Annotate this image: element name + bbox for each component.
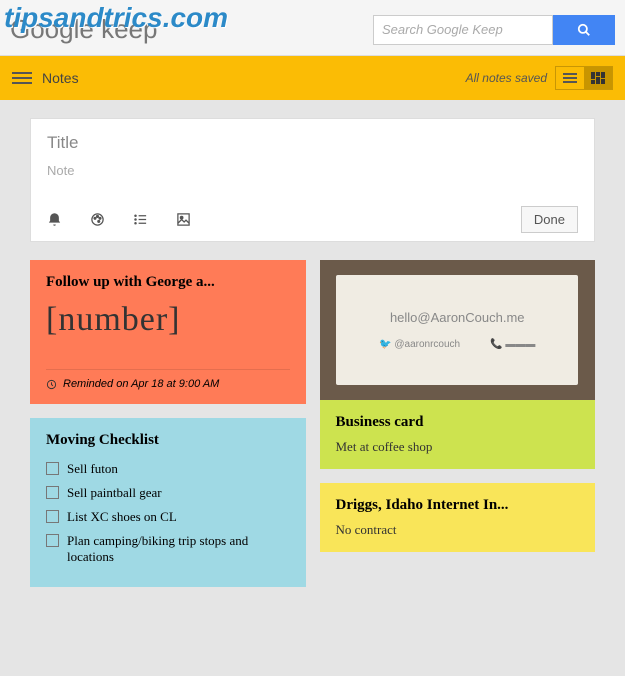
clock-icon xyxy=(46,379,57,390)
view-toggle xyxy=(555,66,613,90)
search-input[interactable] xyxy=(373,15,553,45)
search-container xyxy=(373,15,615,45)
menu-icon[interactable] xyxy=(12,69,32,87)
reminder-icon[interactable] xyxy=(47,212,62,227)
note-image: hello@AaronCouch.me 🐦 @aaronrcouch 📞 ▬▬▬ xyxy=(320,260,596,400)
note-composer: Title Note Done xyxy=(30,118,595,242)
watermark-overlay: tipsandtrics.com xyxy=(4,2,228,34)
note-moving[interactable]: Moving Checklist Sell futon Sell paintba… xyxy=(30,418,306,587)
checklist-item[interactable]: Sell paintball gear xyxy=(46,485,290,501)
note-title: Moving Checklist xyxy=(46,432,290,449)
done-button[interactable]: Done xyxy=(521,206,578,233)
list-icon[interactable] xyxy=(133,212,148,227)
note-body: Met at coffee shop xyxy=(336,439,580,455)
checkbox-icon[interactable] xyxy=(46,486,59,499)
phone-icon: 📞 ▬▬▬ xyxy=(490,339,535,350)
card-email: hello@AaronCouch.me xyxy=(390,310,525,325)
checkbox-icon[interactable] xyxy=(46,462,59,475)
list-view-button[interactable] xyxy=(556,67,584,89)
checklist-item[interactable]: Plan camping/biking trip stops and locat… xyxy=(46,533,290,565)
note-title: Follow up with George a... xyxy=(46,274,290,291)
checklist-item[interactable]: Sell futon xyxy=(46,461,290,477)
notes-grid: Follow up with George a... [number] Remi… xyxy=(0,260,625,587)
twitter-handle: 🐦 @aaronrcouch xyxy=(379,339,460,350)
composer-body-input[interactable]: Note xyxy=(47,163,578,178)
checklist-item[interactable]: List XC shoes on CL xyxy=(46,509,290,525)
composer-title-input[interactable]: Title xyxy=(47,133,578,153)
note-business-card[interactable]: hello@AaronCouch.me 🐦 @aaronrcouch 📞 ▬▬▬… xyxy=(320,260,596,469)
grid-view-button[interactable] xyxy=(584,67,612,89)
list-view-icon xyxy=(563,73,577,83)
color-icon[interactable] xyxy=(90,212,105,227)
image-icon[interactable] xyxy=(176,212,191,227)
section-title: Notes xyxy=(42,70,79,86)
note-body: [number] xyxy=(46,301,290,339)
save-status: All notes saved xyxy=(466,71,547,85)
grid-view-icon xyxy=(591,72,605,84)
note-driggs[interactable]: Driggs, Idaho Internet In... No contract xyxy=(320,483,596,552)
note-title: Business card xyxy=(336,414,580,431)
search-icon xyxy=(577,23,591,37)
note-body: No contract xyxy=(336,522,580,538)
note-followup[interactable]: Follow up with George a... [number] Remi… xyxy=(30,260,306,404)
search-button[interactable] xyxy=(553,15,615,45)
checkbox-icon[interactable] xyxy=(46,534,59,547)
checkbox-icon[interactable] xyxy=(46,510,59,523)
toolbar: Notes All notes saved xyxy=(0,56,625,100)
note-title: Driggs, Idaho Internet In... xyxy=(336,497,580,514)
note-reminder: Reminded on Apr 18 at 9:00 AM xyxy=(46,369,290,390)
